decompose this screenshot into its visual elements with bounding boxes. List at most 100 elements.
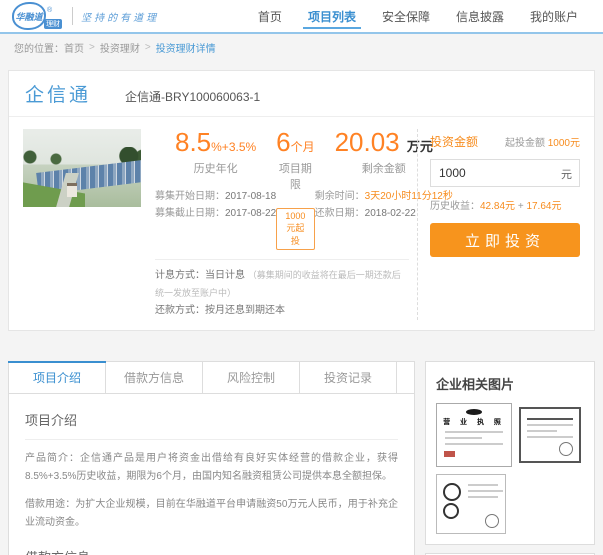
detail-card: 项目介绍 借款方信息 风险控制 投资记录 项目介绍 产品简介：企信通产品是用户将… <box>8 360 415 555</box>
qualification-text-line <box>468 495 498 498</box>
product-title-row: 企信通 企信通-BRY100060063-1 <box>9 71 594 117</box>
term-value: 6个月 <box>276 129 314 155</box>
license-emblem <box>466 408 482 415</box>
raise-dates: 募集开始日期：2017-08-18 募集截止日期：2017-08-22 <box>155 188 276 222</box>
top-header: 华融道 ® 理财 坚持的有道理 首页 项目列表 安全保障 信息披露 我的账户 <box>0 0 603 34</box>
invest-header-row: 投资金额 起投金额 1000元 <box>430 133 580 150</box>
logo-divider <box>72 7 74 25</box>
rate-number: 8.5 <box>174 127 212 157</box>
min-invest-value: 1000元 <box>547 138 580 149</box>
nav-item-home[interactable]: 首页 <box>245 0 295 32</box>
company-images-row: 营 业 执 照 <box>436 402 584 467</box>
min-invest-label: 起投金额 <box>504 138 545 149</box>
license-text-line <box>445 430 503 433</box>
breadcrumb: 您的位置： 首页 > 投资理财 > 投资理财详情 <box>0 34 603 60</box>
qualification-seal <box>485 513 499 528</box>
site-logo[interactable]: 华融道 ® 理财 坚持的有道理 <box>12 2 159 30</box>
photo-hut <box>67 183 77 197</box>
product-name: 企信通 <box>25 85 92 106</box>
raise-end-label: 募集截止日期： <box>155 208 225 219</box>
company-images-card: 企业相关图片 营 业 执 照 <box>425 360 595 545</box>
nav-item-security[interactable]: 安全保障 <box>369 0 443 32</box>
interest-method-line: 计息方式：当日计息 （募集期间的收益将在最后一期还款后统一发放至账户中） <box>155 267 409 302</box>
tab-invest-records[interactable]: 投资记录 <box>300 361 397 393</box>
license-text-line <box>445 442 503 445</box>
project-intro-paragraph: 产品简介：企信通产品是用户将资金出借给有良好实体经营的借款企业，获得8.5%+3… <box>25 452 398 483</box>
profit-line: 历史收益：42.84元 + 17.64元 <box>430 197 580 212</box>
license-red-stamp <box>444 450 455 457</box>
qualification-image[interactable] <box>436 473 506 534</box>
profit-value: 42.84元 <box>480 201 516 212</box>
project-intro-title: 项目介绍 <box>25 410 398 440</box>
term-number: 6 <box>276 127 291 157</box>
breadcrumb-current: 投资理财详情 <box>155 43 216 55</box>
business-license-image[interactable]: 营 业 执 照 <box>436 402 512 467</box>
invest-now-button[interactable]: 立即投资 <box>430 223 580 257</box>
annual-rate-value: 8.5%+3.5% <box>155 129 276 155</box>
license-text-line <box>445 436 483 439</box>
certificate-image[interactable] <box>519 406 581 463</box>
tab-risk-control[interactable]: 风险控制 <box>203 361 300 393</box>
raise-end-line: 募集截止日期：2017-08-22 <box>155 205 276 222</box>
rate-suffix: %+3.5% <box>211 140 257 154</box>
stat-term: 6个月 项目期限 1000元起投 <box>276 129 315 250</box>
tab-project-intro[interactable]: 项目介绍 <box>8 360 106 393</box>
certificate-text-line <box>527 423 573 426</box>
raise-end-value: 2017-08-22 <box>225 208 277 219</box>
tab-borrower-info[interactable]: 借款方信息 <box>106 361 203 393</box>
annual-rate-label: 历史年化 <box>193 163 238 175</box>
nav-item-my-account[interactable]: 我的账户 <box>517 0 591 32</box>
nav-item-disclosure[interactable]: 信息披露 <box>443 0 517 32</box>
repay-date-label: 还款日期： <box>314 208 365 219</box>
raise-start-value: 2017-08-18 <box>225 191 277 202</box>
section-borrower-info: 借款方信息 借款企业介绍：该借款企业主要经营农作物、经济作物的种植服务。 经营状… <box>25 547 398 555</box>
logo-tagline: 坚持的有道理 <box>81 12 160 24</box>
repay-date-value: 2018-02-22 <box>364 208 416 219</box>
term-label: 项目期限 <box>278 163 312 191</box>
stats-row: 8.5%+3.5% 历史年化 募集开始日期：2017-08-18 募集截止日期：… <box>155 127 453 250</box>
logo-seal-icon: 华融道 <box>12 2 46 30</box>
raise-start-line: 募集开始日期：2017-08-18 <box>155 188 276 205</box>
qualification-text-line <box>468 489 503 492</box>
detail-content: 项目介绍 产品简介：企信通产品是用户将资金出借给有良好实体经营的借款企业，获得8… <box>9 394 414 555</box>
profit-extra-value: 17.64元 <box>526 201 562 212</box>
certificate-seal <box>559 441 573 456</box>
certificate-text-line <box>527 417 573 420</box>
breadcrumb-invest[interactable]: 投资理财 <box>100 40 140 55</box>
breadcrumb-separator: > <box>144 41 151 53</box>
amount-unit: 元 <box>561 169 572 181</box>
certificate-text-line <box>527 429 557 432</box>
breadcrumb-prefix: 您的位置： <box>14 43 64 55</box>
min-invest-badge: 1000元起投 <box>276 208 315 250</box>
interest-method-value: 当日计息 <box>205 270 245 281</box>
license-title: 营 业 执 照 <box>443 418 505 426</box>
breadcrumb-home[interactable]: 首页 <box>64 40 84 55</box>
registered-mark: ® <box>47 6 53 14</box>
stat-annual-rate: 8.5%+3.5% 历史年化 募集开始日期：2017-08-18 募集截止日期：… <box>155 129 276 250</box>
remaining-number: 20.03 <box>334 127 400 157</box>
detail-tabs: 项目介绍 借款方信息 风险控制 投资记录 <box>8 360 414 394</box>
project-photo[interactable] <box>23 129 141 207</box>
amount-input[interactable] <box>430 159 580 187</box>
invest-amount-label: 投资金额 <box>430 135 479 149</box>
repay-method-label: 还款方式： <box>155 305 205 316</box>
invest-panel: 投资金额 起投金额 1000元 元 历史收益：42.84元 + 17.64元 立… <box>430 129 580 320</box>
interest-method-label: 计息方式： <box>155 270 205 281</box>
main-nav: 首页 项目列表 安全保障 信息披露 我的账户 <box>245 0 591 32</box>
repay-method-line: 还款方式：按月还息到期还本 <box>155 302 409 320</box>
profit-label: 历史收益： <box>430 201 480 212</box>
borrower-info-title: 借款方信息 <box>25 547 398 555</box>
logo-subtitle: 理财 <box>44 19 63 29</box>
loan-purpose-paragraph: 借款用途：为扩大企业规模，目前在华融道平台申请融资50万元人民币，用于补充企业流… <box>25 498 398 529</box>
qualification-logo <box>443 502 459 519</box>
remaining-suffix: 万元 <box>406 139 433 154</box>
qualification-text-line <box>468 483 498 486</box>
vertical-divider <box>417 129 418 320</box>
right-sidebar: 企业相关图片 营 业 执 照 <box>425 360 595 555</box>
nav-item-project-list[interactable]: 项目列表 <box>295 0 369 32</box>
interest-info: 计息方式：当日计息 （募集期间的收益将在最后一期还款后统一发放至账户中） 还款方… <box>155 259 409 320</box>
product-stats-area: 8.5%+3.5% 历史年化 募集开始日期：2017-08-18 募集截止日期：… <box>155 127 453 320</box>
repay-method-value: 按月还息到期还本 <box>205 305 285 316</box>
term-suffix: 个月 <box>290 140 315 154</box>
certificate-text-line <box>527 435 573 438</box>
